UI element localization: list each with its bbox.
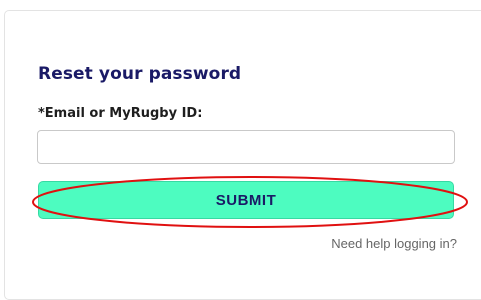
help-link[interactable]: Need help logging in?: [331, 236, 457, 251]
submit-button[interactable]: SUBMIT: [38, 181, 454, 219]
email-field[interactable]: [37, 130, 455, 164]
email-field-label: *Email or MyRugby ID:: [38, 106, 203, 121]
page-title: Reset your password: [38, 64, 242, 84]
